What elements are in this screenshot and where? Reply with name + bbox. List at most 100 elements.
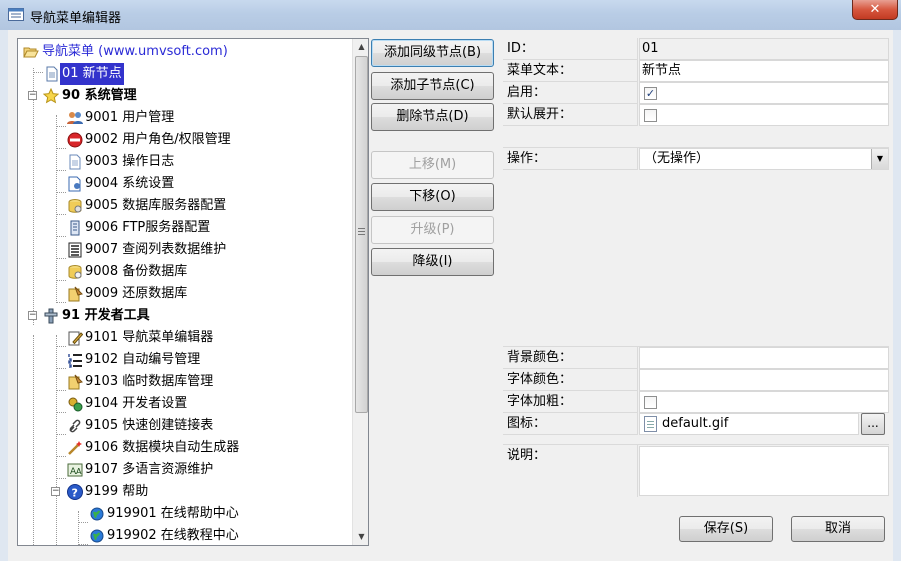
tree-node-label: 9002 用户角色/权限管理 [85,132,231,147]
menu-text-field[interactable]: 新节点 [639,60,889,82]
tree-node-9006[interactable]: 9006 FTP服务器配置 [18,217,348,239]
tree-node-9002[interactable]: 9002 用户角色/权限管理 [18,129,348,151]
menu-text-label: 菜单文本： [503,60,638,82]
grip-icon [358,228,365,235]
tree-node-9106[interactable]: 9106 数据模块自动生成器 [18,437,348,459]
action-label: 操作： [503,148,638,170]
tree-node-label: 919902 在线教程中心 [107,528,239,543]
tree-node-label: 9005 数据库服务器配置 [85,198,227,213]
add-child-button[interactable]: 添加子节点(C) [371,72,494,100]
language-icon: AA [67,463,83,477]
page-icon [69,154,81,170]
browse-icon-button[interactable]: ... [861,413,885,435]
bg-color-field[interactable] [639,347,889,369]
icon-label: 图标： [503,413,638,435]
delete-node-button[interactable]: 删除节点(D) [371,103,494,131]
tree-node-label: 9007 查阅列表数据维护 [85,242,227,257]
tree-node-label: 9105 快速创建链接表 [85,418,214,433]
spacer-area [503,170,889,347]
tree-node-root[interactable]: 导航菜单 (www.umvsoft.com) [18,41,348,63]
promote-button[interactable]: 升级(P) [371,216,494,244]
icon-field[interactable]: default.gif [639,413,859,435]
description-field[interactable] [639,446,889,496]
star-icon [43,88,59,104]
collapse-toggle[interactable]: − [28,91,37,100]
demote-button[interactable]: 降级(I) [371,248,494,276]
scroll-thumb[interactable] [355,56,368,413]
tree-node-label: 9006 FTP服务器配置 [85,220,211,235]
database-icon [68,199,82,213]
tree-node-9107[interactable]: AA 9107 多语言资源维护 [18,459,348,481]
tree-node-label: 9199 帮助 [85,484,149,499]
tree-node-9104[interactable]: 9104 开发者设置 [18,393,348,415]
enabled-checkbox[interactable]: ✓ [644,87,657,100]
svg-text:?: ? [72,487,78,500]
property-panel: ID： 01 菜单文本： 新节点 启用： ✓ 默认展开： 操作： （无操作） ▼… [503,38,889,552]
form-icon [8,8,24,21]
add-sibling-button[interactable]: 添加同级节点(B) [371,39,494,67]
chevron-down-icon[interactable]: ▼ [871,149,888,169]
tree-node-919902[interactable]: 919902 在线教程中心 [18,525,348,545]
tree-node-label: 9008 备份数据库 [85,264,188,279]
tree-node-label: 90 系统管理 [62,88,137,103]
tree-node-9008[interactable]: 9008 备份数据库 [18,261,348,283]
cancel-button[interactable]: 取消 [791,516,885,542]
tree-node-label: 91 开发者工具 [62,308,150,323]
scroll-up-icon[interactable]: ▲ [355,40,368,54]
title-bar[interactable]: 导航菜单编辑器 ✕ [0,0,901,30]
tree-scrollbar[interactable]: ▲ ▼ [352,39,368,545]
developer-icon [68,397,83,412]
font-bold-checkbox[interactable] [644,396,657,409]
font-bold-label: 字体加粗： [503,391,638,413]
menu-tree[interactable]: 导航菜单 (www.umvsoft.com) 01 新节点 − 90 系统管理 … [17,38,369,546]
folder-open-icon [23,47,39,58]
close-icon: ✕ [869,2,881,17]
help-icon: ? [67,484,83,500]
globe-icon [90,507,104,521]
close-button[interactable]: ✕ [852,0,898,20]
document-icon [46,66,58,82]
dialog-body: 导航菜单 (www.umvsoft.com) 01 新节点 − 90 系统管理 … [8,30,893,561]
action-select[interactable]: （无操作） ▼ [639,148,889,170]
tree-node-label: 9103 临时数据库管理 [85,374,214,389]
tree-node-label: 919901 在线帮助中心 [107,506,239,521]
tree-node-9003[interactable]: 9003 操作日志 [18,151,348,173]
tree-node-9103[interactable]: 9103 临时数据库管理 [18,371,348,393]
collapse-toggle[interactable]: − [28,311,37,320]
move-up-button[interactable]: 上移(M) [371,151,494,179]
tree-node-9102[interactable]: 9102 自动编号管理 [18,349,348,371]
save-button[interactable]: 保存(S) [679,516,773,542]
tree-node-label: 9004 系统设置 [85,176,175,191]
tree-node-9004[interactable]: 9004 系统设置 [18,173,348,195]
tree-node-9101[interactable]: 9101 导航菜单编辑器 [18,327,348,349]
font-color-label: 字体颜色： [503,369,638,391]
scroll-down-icon[interactable]: ▼ [355,530,368,544]
tree-node-9105[interactable]: 9105 快速创建链接表 [18,415,348,437]
tree-node-9005[interactable]: 9005 数据库服务器配置 [18,195,348,217]
default-expand-label: 默认展开： [503,104,638,126]
file-icon [644,416,657,432]
wand-icon [68,441,82,455]
collapse-toggle[interactable]: − [51,487,60,496]
id-label: ID： [503,38,638,60]
tree-node-label: 01 新节点 [60,63,124,85]
tree-node-label: 9009 还原数据库 [85,286,188,301]
tree-node-90[interactable]: − 90 系统管理 [18,85,348,107]
list-icon [68,242,82,258]
tree-node-919901[interactable]: 919901 在线帮助中心 [18,503,348,525]
tree-node-9199[interactable]: − ? 9199 帮助 [18,481,348,503]
numbered-list-icon [68,354,82,368]
enabled-cell: ✓ [639,82,889,104]
default-expand-checkbox[interactable] [644,109,657,122]
temp-db-icon [68,374,83,390]
move-down-button[interactable]: 下移(O) [371,183,494,211]
users-icon [67,112,83,124]
description-label: 说明： [503,445,638,497]
font-color-field[interactable] [639,369,889,391]
tree-node-9001[interactable]: 9001 用户管理 [18,107,348,129]
link-icon [69,419,81,433]
tree-node-9009[interactable]: 9009 还原数据库 [18,283,348,305]
tree-node-01[interactable]: 01 新节点 [18,63,348,85]
tree-node-91[interactable]: − 91 开发者工具 [18,305,348,327]
tree-node-9007[interactable]: 9007 查阅列表数据维护 [18,239,348,261]
